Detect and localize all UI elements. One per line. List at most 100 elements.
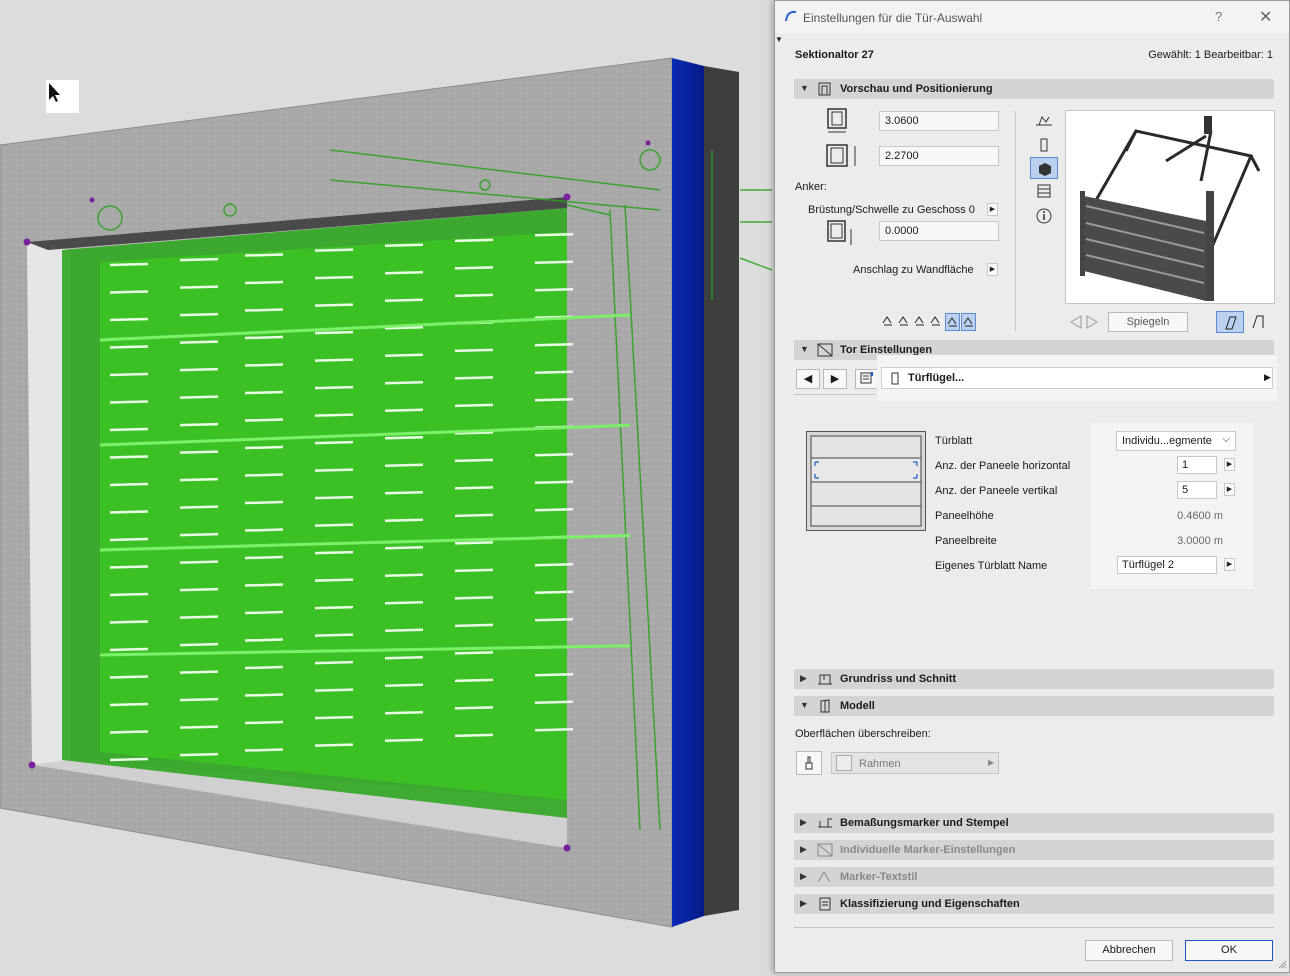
ok-button[interactable]: OK [1185,940,1273,961]
section-preview-header[interactable]: ▼ Vorschau und Positionierung [794,79,1274,99]
mirror-button[interactable]: Spiegeln [1108,312,1188,332]
height-field[interactable]: 2.2700 [879,146,999,166]
gate-slat [314,743,354,747]
gate-slat [454,266,494,270]
section-individuell-header[interactable]: ▶ Individuelle Marker-Einstellungen [794,840,1274,860]
gate-slat [384,546,424,550]
param-label: Anz. der Paneele vertikal [935,485,1058,497]
gate-slat [534,673,574,677]
gate-slat [454,733,494,738]
gate-slat [384,271,424,275]
section-marker-text-label: Marker-Textstil [840,871,918,883]
gate-slat [244,445,284,450]
mirror-icon[interactable] [1067,313,1101,331]
cancel-button[interactable]: Abbrechen [1085,940,1173,961]
anchor-bottom-icon[interactable] [881,313,896,331]
page-selector-label: Türflügel... [908,372,965,384]
param-expand-button[interactable]: ▶ [1224,458,1235,471]
page-list-icon [860,372,873,384]
floor-plan-icon [818,674,832,685]
dropdown-marker-icon: ▼ [775,35,783,44]
gate-slat [534,508,574,512]
gate-slat [534,233,574,237]
gate-slat [384,381,424,385]
plan-view-icon[interactable] [1034,113,1054,129]
section-bemassung-header[interactable]: ▶ Bemaßungsmarker und Stempel [794,813,1274,833]
3d-viewport[interactable] [0,0,775,973]
3d-view-button[interactable] [1030,157,1058,179]
gate-slat [244,693,284,697]
help-button[interactable]: ? [1215,9,1222,24]
anchor-center-icon[interactable] [945,313,960,331]
anchor-side-icon[interactable] [913,313,928,331]
gate-slat [384,408,424,412]
section-grundriss-header[interactable]: ▶ Grundriss und Schnitt [794,669,1274,689]
gate-slat [534,453,574,457]
gate-slat [314,248,354,252]
gate-slat [179,312,219,317]
expand-arrow-icon: ▶ [800,673,807,683]
gate-slat [109,620,149,624]
panels-vertical-field[interactable]: 5 [1177,481,1217,499]
section-view-icon[interactable] [1034,183,1054,199]
gate-slat [244,390,284,395]
gate-slat [534,370,574,374]
param-label: Paneelhöhe [935,510,994,522]
gate-slat [179,367,219,372]
dialog-titlebar[interactable]: Einstellungen für die Tür-Auswahl ? ✕ [775,1,1289,33]
gate-slat [454,513,494,518]
panels-horizontal-field[interactable]: 1 [1177,456,1217,474]
gate-3d-model [0,57,773,928]
page-list-button[interactable] [855,369,879,389]
gate-slat [179,285,219,289]
section-marker-text-header[interactable]: ▶ Marker-Textstil [794,867,1274,887]
gate-slat [314,413,354,417]
sill-field[interactable]: 0.0000 [879,221,999,241]
gate-slat [244,638,284,642]
width-field[interactable]: 3.0600 [879,111,999,131]
anchor-reveal-icon[interactable] [961,313,976,331]
resize-grip-icon[interactable] [1277,959,1287,969]
door-settings-dialog: Einstellungen für die Tür-Auswahl ? ✕ ▼ … [774,0,1290,973]
section-klassifizierung-label: Klassifizierung und Eigenschaften [840,898,1020,910]
gate-slat [314,605,354,610]
opening-left-button[interactable] [1216,311,1244,333]
gate-slat [244,748,284,752]
close-button[interactable]: ✕ [1259,7,1272,27]
chevron-right-icon: ▶ [988,758,995,767]
param-expand-button[interactable]: ▶ [1224,483,1235,496]
surface-dropdown[interactable]: Rahmen ▶ [831,752,999,774]
gate-slat [109,757,149,762]
paint-bucket-button[interactable] [796,751,822,775]
page-selector-dropdown[interactable]: Türflügel... ▶ [881,367,1273,389]
sill-expand-button[interactable]: ▶ [987,203,998,216]
door-leaf-type-dropdown[interactable]: Individu...egmente ⌵ [1116,431,1236,451]
marker-text-icon [817,871,831,883]
elevation-view-icon[interactable] [1034,137,1054,153]
gate-slat [454,678,494,683]
next-page-button[interactable]: ▶ [823,369,847,389]
gate-slat [454,541,494,545]
param-expand-button[interactable]: ▶ [1224,558,1235,571]
section-modell-header[interactable]: ▼ Modell [794,696,1274,716]
info-icon[interactable] [1034,207,1054,225]
gate-slat [109,262,149,267]
anchor-edge-icon[interactable] [929,313,944,331]
gate-slat [384,518,424,522]
door-leaf-icon [891,372,899,385]
gate-slat [179,670,219,674]
gate-slat [179,450,219,454]
anchor-top-icon[interactable] [897,313,912,331]
param-label: Eigenes Türblatt Name [935,560,1048,572]
gate-slat [179,422,219,427]
object-name: Sektionaltor 27 [795,49,874,61]
custom-leaf-name-field[interactable]: Türflügel 2 [1117,556,1217,574]
wall-reveal-expand-button[interactable]: ▶ [987,263,998,276]
gate-slat [384,298,424,302]
section-klassifizierung-header[interactable]: ▶ Klassifizierung und Eigenschaften [794,894,1274,914]
door-swing-right-icon[interactable] [1250,314,1270,330]
gate-slat [179,615,219,619]
gate-slat [179,340,219,344]
prev-page-button[interactable]: ◀ [796,369,820,389]
gate-slat [109,702,149,707]
